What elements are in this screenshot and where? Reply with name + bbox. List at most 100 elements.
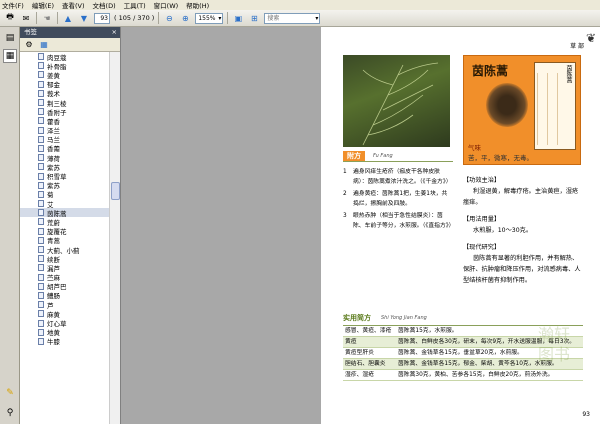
bookmarks-icon[interactable]: ▦ xyxy=(3,49,17,63)
comments-icon[interactable]: ✎ xyxy=(3,386,17,400)
menu-item[interactable]: 文件(F) xyxy=(2,0,24,10)
menu-bar: 文件(F) 编辑(E) 查看(V) 文档(D) 工具(T) 窗口(W) 帮助(H) xyxy=(0,0,600,10)
recipe-item: 2 遍身黄疸：茵陈蒿1把，生姜1块，共捣烂，擦胸前及四肢。 xyxy=(343,189,453,209)
bookmark-item[interactable]: 姜黄 xyxy=(20,70,110,80)
bookmark-item[interactable]: 紫苏 xyxy=(20,181,110,190)
bookmark-icon xyxy=(38,135,44,143)
bookmark-item[interactable]: 茵陈蒿 xyxy=(20,208,110,218)
fit-width-icon[interactable]: ⊞ xyxy=(248,12,260,24)
leaf-ornament-icon: ❦ xyxy=(585,31,596,45)
bookmark-scrollbar[interactable] xyxy=(109,52,120,424)
recipe-text: 遍身黄疸：茵陈蒿1把，生姜1块，共捣烂，擦胸前及四肢。 xyxy=(353,191,448,207)
bookmark-icon xyxy=(38,200,44,208)
bookmark-label: 牛膝 xyxy=(47,338,60,347)
pages-icon[interactable]: ▤ xyxy=(3,31,17,45)
bookmark-item[interactable]: 续断 xyxy=(20,254,110,264)
recipe-list: 1 遍身风痒生疮疥（痂皮干各种皮肤病）：茵陈蒿煮浓汁洗之。（《千金方》） 2 遍身黄疸… xyxy=(343,167,454,233)
options-icon[interactable]: ⚙ xyxy=(23,39,35,51)
bookmark-icon xyxy=(38,71,44,79)
zoom-out-icon[interactable]: ⊖ xyxy=(163,12,175,24)
toolbar: 🖶 ✉ ☚ ▲ ▼ 93 ( 105 / 370 ) ⊖ ⊕ 155% ▣ ⊞ … xyxy=(0,10,600,27)
scrollbar-thumb[interactable] xyxy=(111,182,120,200)
page-number-input[interactable]: 93 xyxy=(94,12,110,24)
fufang-subtitle: Fu Fang xyxy=(373,153,393,159)
bookmark-item[interactable]: 郁金 xyxy=(20,80,110,89)
herb-photo xyxy=(343,55,450,147)
bookmark-item[interactable]: 香薷 xyxy=(20,144,110,153)
bookmark-item[interactable]: 芦 xyxy=(20,300,110,310)
bookmark-item[interactable]: 灯心草 xyxy=(20,318,110,328)
new-bookmark-icon[interactable]: ▦ xyxy=(38,39,50,51)
plate-caption-label: 气味 xyxy=(468,144,481,152)
plate-card-column xyxy=(537,73,545,145)
menu-item[interactable]: 工具(T) xyxy=(124,0,146,10)
email-icon[interactable]: ✉ xyxy=(20,12,32,24)
bookmark-icon xyxy=(38,181,44,189)
bookmark-item[interactable]: 大蓟、小蓟 xyxy=(20,245,110,255)
bookmark-item[interactable]: 补骨脂 xyxy=(20,61,110,71)
bookmark-icon xyxy=(38,62,44,70)
close-icon[interactable]: × xyxy=(112,27,117,38)
bookmark-icon xyxy=(38,264,44,272)
fufang-tag: 附方 xyxy=(343,151,365,161)
navigation-pane-strip: ▤ ▦ ✎ ⚲ xyxy=(0,27,20,424)
bookmark-item[interactable]: 牛膝 xyxy=(20,337,110,346)
bookmark-item[interactable]: 香附子 xyxy=(20,107,110,117)
bookmark-item[interactable]: 漏芦 xyxy=(20,263,110,273)
efficacy-text: 利湿退黄，解毒疗疮。主治黄疸，湿疮瘙痒。 xyxy=(463,188,579,206)
bookmark-icon xyxy=(38,126,44,134)
search-input[interactable]: 搜索 xyxy=(264,12,321,24)
plate-card: 茵陈蒿 xyxy=(534,62,576,150)
attachments-icon[interactable]: ⚲ xyxy=(3,406,17,420)
menu-item[interactable]: 窗口(W) xyxy=(154,0,179,10)
hand-tool-icon[interactable]: ☚ xyxy=(41,12,53,24)
bookmark-item[interactable]: 积雪草 xyxy=(20,171,110,181)
recipe-item: 3 眼热赤肿（相当于急性结膜炎）：茵陈、车前子等分，水煎服。（《直指方》） xyxy=(343,211,454,231)
bookmark-item[interactable]: 藿香 xyxy=(20,116,110,126)
bookmark-icon xyxy=(38,172,44,180)
bookmark-icon xyxy=(38,227,44,235)
zoom-select[interactable]: 155% xyxy=(195,12,224,24)
print-icon[interactable]: 🖶 xyxy=(4,12,16,24)
page-header: 草 部 xyxy=(570,43,584,50)
bookmark-item[interactable]: 旋覆花 xyxy=(20,227,110,236)
bookmark-item[interactable]: 地黄 xyxy=(20,328,110,337)
bookmark-item[interactable]: 菊 xyxy=(20,190,110,199)
next-page-icon[interactable]: ▼ xyxy=(78,12,90,24)
bookmarks-toolbar: ⚙ ▦ xyxy=(20,38,120,52)
document-area: 草 部 ❦ 茵陈蒿 茵陈蒿 气味 苦，平，微寒，无毒。 附方 Fu Fang 1… xyxy=(121,27,600,424)
bookmark-list: 肉豆蔻 补骨脂 姜黄 郁金 莪术 荆三棱 香附子 藿香 泽兰 马兰 香薷 薄荷 紫苏 积雪草 紫苏菊艾茵陈蒿… xyxy=(20,52,110,424)
plate-caption-text: 苦，平，微寒，无毒。 xyxy=(468,154,533,162)
bookmark-icon xyxy=(38,337,44,345)
research-text: 茵陈蒿有显著的利胆作用，并有解热、保肝、抗肿瘤和降压作用，对流感病毒、人型结核杆… xyxy=(463,255,581,284)
toolbar-separator xyxy=(227,12,229,24)
bookmark-item[interactable]: 泽兰 xyxy=(20,126,110,135)
recipe-number: 1 xyxy=(343,169,347,175)
bookmark-icon xyxy=(38,154,44,162)
menu-item[interactable]: 编辑(E) xyxy=(32,0,54,10)
bookmark-icon xyxy=(38,310,44,318)
table-cell-condition: 黄疸 xyxy=(345,339,357,345)
menu-item[interactable]: 查看(V) xyxy=(62,0,85,10)
recipe-number: 2 xyxy=(343,191,347,197)
menu-item[interactable]: 文档(D) xyxy=(93,0,116,10)
bookmark-item[interactable]: 胡芦巴 xyxy=(20,282,110,291)
herb-description: 【功效主治】 利湿退黄，解毒疗疮。主治黄疸，湿疮瘙痒。 【用法用量】 水煎服，1… xyxy=(463,175,583,286)
bookmark-icon xyxy=(38,99,44,107)
bookmark-item[interactable]: 马兰 xyxy=(20,135,110,144)
menu-item[interactable]: 帮助(H) xyxy=(186,0,209,10)
bookmark-icon xyxy=(38,246,44,254)
efficacy-heading: 【功效主治】 xyxy=(463,177,501,184)
table-tag: 实用简方 xyxy=(343,314,371,322)
previous-page-icon[interactable]: ▲ xyxy=(62,12,74,24)
herb-photo-drawing xyxy=(362,62,439,146)
zoom-in-icon[interactable]: ⊕ xyxy=(179,12,191,24)
toolbar-separator xyxy=(57,12,58,24)
bookmark-item[interactable]: 鳢肠 xyxy=(20,291,110,300)
table-subtitle: Shi Yong Jian Fang xyxy=(381,315,427,321)
herb-illustration xyxy=(486,83,528,127)
fit-page-icon[interactable]: ▣ xyxy=(232,12,244,24)
bookmark-icon xyxy=(38,89,44,97)
bookmark-item[interactable]: 薄荷 xyxy=(20,153,110,163)
research-heading: 【现代研究】 xyxy=(463,244,501,251)
